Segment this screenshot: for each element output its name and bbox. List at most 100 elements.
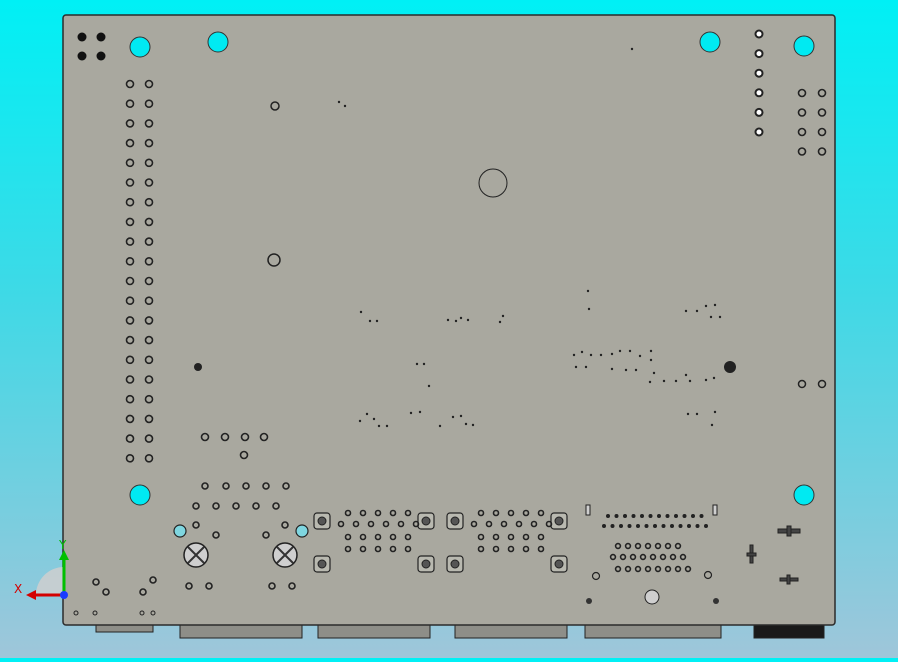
- via: [712, 376, 716, 380]
- via: [580, 350, 584, 354]
- via: [572, 353, 576, 357]
- via: [343, 104, 347, 108]
- flange-screw: [317, 559, 327, 569]
- via: [718, 315, 722, 319]
- via: [618, 349, 622, 353]
- via: [628, 349, 632, 353]
- y-axis-label: Y: [58, 538, 67, 552]
- via: [649, 349, 653, 353]
- via: [649, 358, 653, 362]
- via: [688, 379, 692, 383]
- via: [586, 289, 590, 293]
- db25-pin: [665, 514, 670, 518]
- via: [377, 424, 381, 428]
- db25-pin: [661, 524, 666, 528]
- via: [709, 315, 713, 319]
- via: [589, 353, 593, 357]
- db25-pin: [648, 514, 653, 518]
- db25-pin: [682, 514, 687, 518]
- mounting-hole-icon: [129, 36, 151, 58]
- db25-pin: [640, 514, 644, 518]
- coordinate-triad-icon: X Y: [14, 538, 69, 600]
- via: [587, 307, 591, 311]
- via: [704, 304, 708, 308]
- via: [695, 309, 699, 313]
- via: [638, 354, 642, 358]
- pin-pad: [754, 107, 764, 117]
- black-dot-right: [724, 361, 736, 373]
- via: [418, 410, 422, 414]
- via: [684, 373, 688, 377]
- db25-pin: [695, 524, 700, 528]
- db25-pin: [606, 514, 610, 518]
- via: [409, 411, 413, 415]
- via: [501, 314, 505, 318]
- via: [459, 414, 463, 418]
- pin-pad: [754, 68, 764, 78]
- db25-pin: [623, 514, 627, 518]
- via: [337, 100, 341, 104]
- db25-pin: [704, 524, 708, 528]
- slot: [585, 504, 591, 516]
- db25-pin: [670, 524, 674, 528]
- mounting-hole-icon: [699, 31, 721, 53]
- via: [713, 410, 717, 414]
- via: [713, 598, 719, 604]
- db25-pin: [627, 524, 632, 528]
- via: [686, 412, 690, 416]
- flange-screw: [317, 516, 327, 526]
- flange-screw: [421, 559, 431, 569]
- via: [459, 316, 463, 320]
- db25-pin: [691, 514, 695, 518]
- mounting-hole-icon: [129, 484, 151, 506]
- via: [422, 362, 426, 366]
- black-dot-left: [194, 363, 202, 371]
- via: [454, 319, 458, 323]
- db25-pin: [653, 524, 657, 528]
- via: [498, 320, 502, 324]
- db25-pin: [619, 524, 623, 528]
- via: [464, 422, 468, 426]
- via: [674, 379, 678, 383]
- via: [358, 419, 362, 423]
- mounting-hole-icon: [793, 484, 815, 506]
- db25-pin: [610, 524, 615, 528]
- x-axis-label: X: [14, 582, 22, 596]
- via: [446, 318, 450, 322]
- via: [586, 598, 592, 604]
- flange-screw: [450, 516, 460, 526]
- db25-pin: [602, 524, 606, 528]
- via: [365, 412, 369, 416]
- mounting-hole-icon: [207, 31, 229, 53]
- via: [451, 415, 455, 419]
- flange-screw: [450, 559, 460, 569]
- via: [438, 424, 442, 428]
- via: [466, 318, 470, 322]
- db25-pin: [644, 524, 649, 528]
- flange-screw: [554, 516, 564, 526]
- flange-screw: [421, 516, 431, 526]
- via: [372, 417, 376, 421]
- via: [652, 371, 656, 375]
- via: [624, 368, 628, 372]
- db25-pin: [678, 524, 683, 528]
- via: [471, 423, 475, 427]
- flange-screw: [554, 559, 564, 569]
- via: [610, 367, 614, 371]
- via: [574, 365, 578, 369]
- cad-viewport[interactable]: X Y: [0, 0, 898, 658]
- half-hole: [295, 524, 309, 538]
- db25-pin: [687, 524, 691, 528]
- via: [704, 378, 708, 382]
- via: [630, 47, 634, 51]
- via: [684, 309, 688, 313]
- pin-pad: [754, 127, 764, 137]
- cad-canvas: X Y: [14, 14, 836, 639]
- via: [375, 319, 379, 323]
- pin-pad: [754, 88, 764, 98]
- via: [695, 412, 699, 416]
- db25-pin: [674, 514, 678, 518]
- via: [599, 353, 603, 357]
- db25-pin: [636, 524, 640, 528]
- db25-pin: [657, 514, 661, 518]
